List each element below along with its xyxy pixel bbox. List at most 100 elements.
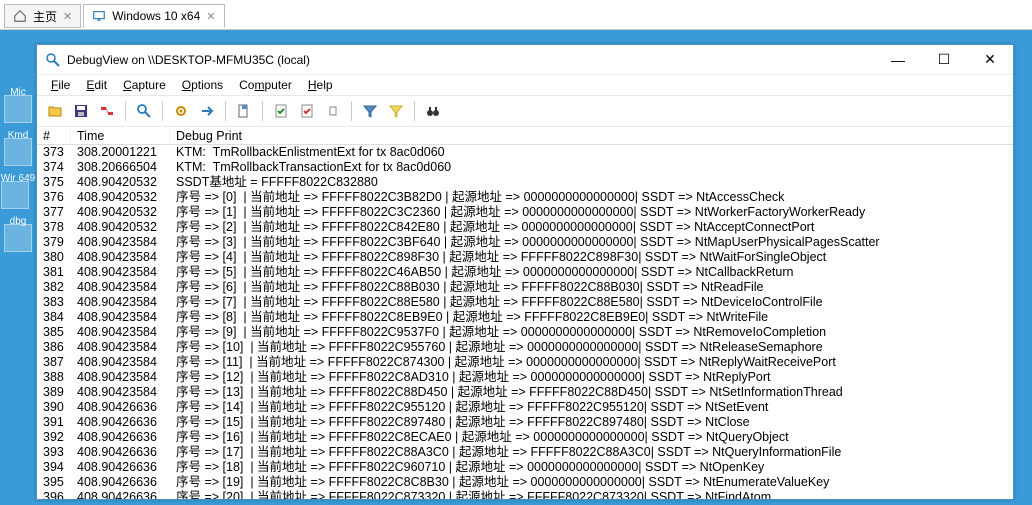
log-row[interactable]: 384408.90423584序号 => [8] | 当前地址 => FFFFF… <box>37 310 1013 325</box>
menu-edit[interactable]: Edit <box>78 76 115 94</box>
funnel-icon[interactable] <box>358 99 382 123</box>
log-row[interactable]: 380408.90423584序号 => [4] | 当前地址 => FFFFF… <box>37 250 1013 265</box>
cell-time: 408.90423584 <box>71 295 170 310</box>
log-row[interactable]: 381408.90423584序号 => [5] | 当前地址 => FFFFF… <box>37 265 1013 280</box>
log-listview[interactable]: # Time Debug Print 373308.20001221KTM: T… <box>37 127 1013 499</box>
cell-debugprint: 序号 => [3] | 当前地址 => FFFFF8022C3BF640 | 起… <box>170 235 1013 250</box>
desktop-icon[interactable]: Kmd <box>4 138 32 141</box>
menu-computer[interactable]: Computer <box>231 76 300 94</box>
cell-time: 308.20666504 <box>71 160 170 175</box>
log-row[interactable]: 394408.90426636序号 => [18] | 当前地址 => FFFF… <box>37 460 1013 475</box>
vm-tab-windows10[interactable]: Windows 10 x64 ✕ <box>83 4 224 28</box>
maximize-button[interactable]: ☐ <box>921 45 967 75</box>
cell-time: 408.90426636 <box>71 415 170 430</box>
titlebar[interactable]: DebugView on \\DESKTOP-MFMU35C (local) —… <box>37 45 1013 75</box>
desktop-icon[interactable]: Mic <box>4 95 32 98</box>
log-row[interactable]: 383408.90423584序号 => [7] | 当前地址 => FFFFF… <box>37 295 1013 310</box>
close-button[interactable]: ✕ <box>967 45 1013 75</box>
minimize-button[interactable]: — <box>875 45 921 75</box>
cell-time: 408.90423584 <box>71 355 170 370</box>
cell-time: 408.90423584 <box>71 265 170 280</box>
cell-time: 408.90426636 <box>71 460 170 475</box>
cell-time: 408.90423584 <box>71 310 170 325</box>
cell-debugprint: KTM: TmRollbackTransactionExt for tx 8ac… <box>170 160 1013 175</box>
log-row[interactable]: 375408.90420532SSDT基地址 = FFFFF8022C83288… <box>37 175 1013 190</box>
cell-time: 408.90426636 <box>71 430 170 445</box>
log-row[interactable]: 385408.90423584序号 => [9] | 当前地址 => FFFFF… <box>37 325 1013 340</box>
log-row[interactable]: 387408.90423584序号 => [11] | 当前地址 => FFFF… <box>37 355 1013 370</box>
log-row[interactable]: 386408.90423584序号 => [10] | 当前地址 => FFFF… <box>37 340 1013 355</box>
cell-index: 390 <box>37 400 71 415</box>
col-debug[interactable]: Debug Print <box>170 129 1013 143</box>
cell-index: 380 <box>37 250 71 265</box>
log-row[interactable]: 376408.90420532序号 => [0] | 当前地址 => FFFFF… <box>37 190 1013 205</box>
gear-icon[interactable] <box>169 99 193 123</box>
guest-desktop-strip: Mic Kmd Wir 649 dbg <box>0 30 36 505</box>
cell-debugprint: 序号 => [20] | 当前地址 => FFFFF8022C873320 | … <box>170 490 1013 499</box>
log-row[interactable]: 373308.20001221KTM: TmRollbackEnlistment… <box>37 145 1013 160</box>
log-row[interactable]: 388408.90423584序号 => [12] | 当前地址 => FFFF… <box>37 370 1013 385</box>
cell-index: 388 <box>37 370 71 385</box>
doc-icon[interactable] <box>232 99 256 123</box>
log-row[interactable]: 377408.90420532序号 => [1] | 当前地址 => FFFFF… <box>37 205 1013 220</box>
check-doc2-icon[interactable] <box>295 99 319 123</box>
search-icon[interactable] <box>132 99 156 123</box>
cell-index: 395 <box>37 475 71 490</box>
cell-debugprint: 序号 => [7] | 当前地址 => FFFFF8022C88E580 | 起… <box>170 295 1013 310</box>
small-doc-icon[interactable] <box>321 99 345 123</box>
menu-file[interactable]: File <box>43 76 78 94</box>
cell-debugprint: 序号 => [14] | 当前地址 => FFFFF8022C955120 | … <box>170 400 1013 415</box>
list-header[interactable]: # Time Debug Print <box>37 127 1013 145</box>
cell-index: 382 <box>37 280 71 295</box>
close-icon[interactable]: ✕ <box>206 10 215 23</box>
vm-tab-label: 主页 <box>33 8 57 25</box>
save-icon[interactable] <box>69 99 93 123</box>
cell-index: 396 <box>37 490 71 499</box>
col-time[interactable]: Time <box>71 129 170 143</box>
arrow-right-icon[interactable] <box>195 99 219 123</box>
cell-time: 408.90423584 <box>71 250 170 265</box>
cell-index: 386 <box>37 340 71 355</box>
cell-debugprint: 序号 => [2] | 当前地址 => FFFFF8022C842E80 | 起… <box>170 220 1013 235</box>
cell-time: 308.20001221 <box>71 145 170 160</box>
menu-options[interactable]: Options <box>174 76 231 94</box>
cell-index: 384 <box>37 310 71 325</box>
cell-index: 374 <box>37 160 71 175</box>
desktop-icon[interactable]: Wir 649 <box>1 181 35 184</box>
debugview-window: DebugView on \\DESKTOP-MFMU35C (local) —… <box>36 44 1014 500</box>
col-hash[interactable]: # <box>37 129 71 143</box>
log-row[interactable]: 393408.90426636序号 => [17] | 当前地址 => FFFF… <box>37 445 1013 460</box>
log-row[interactable]: 382408.90423584序号 => [6] | 当前地址 => FFFFF… <box>37 280 1013 295</box>
cell-index: 383 <box>37 295 71 310</box>
log-row[interactable]: 396408.90426636序号 => [20] | 当前地址 => FFFF… <box>37 490 1013 499</box>
desktop-icon[interactable]: dbg <box>4 224 32 227</box>
cell-time: 408.90423584 <box>71 280 170 295</box>
log-row[interactable]: 395408.90426636序号 => [19] | 当前地址 => FFFF… <box>37 475 1013 490</box>
cell-debugprint: 序号 => [0] | 当前地址 => FFFFF8022C3B82D0 | 起… <box>170 190 1013 205</box>
menu-capture[interactable]: Capture <box>115 76 174 94</box>
highlight-icon[interactable] <box>384 99 408 123</box>
check-doc-icon[interactable] <box>269 99 293 123</box>
log-row[interactable]: 390408.90426636序号 => [14] | 当前地址 => FFFF… <box>37 400 1013 415</box>
binoculars-icon[interactable] <box>421 99 445 123</box>
cell-index: 385 <box>37 325 71 340</box>
log-row[interactable]: 379408.90423584序号 => [3] | 当前地址 => FFFFF… <box>37 235 1013 250</box>
vm-tab-label: Windows 10 x64 <box>112 9 200 23</box>
log-row[interactable]: 391408.90426636序号 => [15] | 当前地址 => FFFF… <box>37 415 1013 430</box>
vm-tab-home[interactable]: 主页 ✕ <box>4 4 81 28</box>
cell-debugprint: 序号 => [19] | 当前地址 => FFFFF8022C8C8B30 | … <box>170 475 1013 490</box>
cell-index: 377 <box>37 205 71 220</box>
close-icon[interactable]: ✕ <box>63 10 72 23</box>
cell-debugprint: 序号 => [13] | 当前地址 => FFFFF8022C88D450 | … <box>170 385 1013 400</box>
log-row[interactable]: 378408.90420532序号 => [2] | 当前地址 => FFFFF… <box>37 220 1013 235</box>
log-row[interactable]: 374308.20666504KTM: TmRollbackTransactio… <box>37 160 1013 175</box>
cell-index: 381 <box>37 265 71 280</box>
log-row[interactable]: 392408.90426636序号 => [16] | 当前地址 => FFFF… <box>37 430 1013 445</box>
open-icon[interactable] <box>43 99 67 123</box>
cell-debugprint: KTM: TmRollbackEnlistmentExt for tx 8ac0… <box>170 145 1013 160</box>
cell-index: 391 <box>37 415 71 430</box>
disconnect-icon[interactable] <box>95 99 119 123</box>
menu-help[interactable]: Help <box>300 76 341 94</box>
cell-debugprint: 序号 => [11] | 当前地址 => FFFFF8022C874300 | … <box>170 355 1013 370</box>
log-row[interactable]: 389408.90423584序号 => [13] | 当前地址 => FFFF… <box>37 385 1013 400</box>
